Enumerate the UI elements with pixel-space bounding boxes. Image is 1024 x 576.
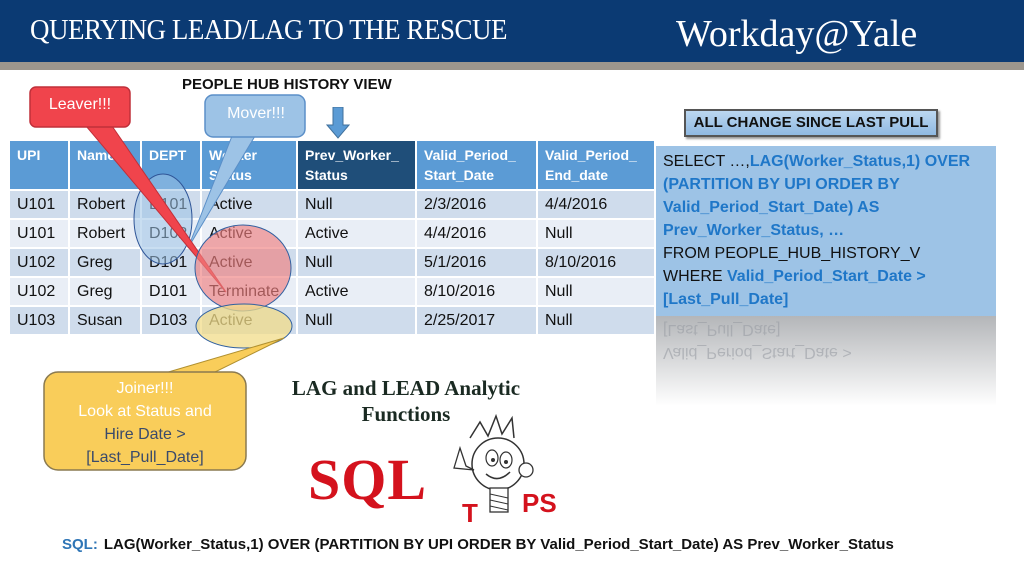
joiner-line-1: Joiner!!! <box>116 380 174 397</box>
joiner-line-4: [Last_Pull_Date] <box>86 449 204 466</box>
footer-sql: SQL: LAG(Worker_Status,1) OVER (PARTITION… <box>62 536 894 553</box>
sql-line: FROM PEOPLE_HUB_HISTORY_V <box>663 245 921 262</box>
reflection-line: Valid_Period_Start_Date > <box>663 344 852 361</box>
sql-line: Prev_Worker_Status, … <box>663 222 845 239</box>
tips-letters-ps: PS <box>522 488 557 518</box>
sql-line: Valid_Period_Start_Date) AS <box>663 199 880 216</box>
sql-line: (PARTITION BY UPI ORDER BY <box>663 176 900 193</box>
leaver-label: Leaver!!! <box>48 96 112 113</box>
joiner-line-3: Hire Date > <box>104 426 186 443</box>
sql-query-box: SELECT …,LAG(Worker_Status,1) OVER (PART… <box>656 146 996 316</box>
joiner-line-2: Look at Status and <box>78 403 212 420</box>
sql-line: WHERE Valid_Period_Start_Date > <box>663 268 926 285</box>
footer-sql-label: SQL: <box>62 536 98 553</box>
lightbulb-mascot-icon: T PS <box>453 413 557 528</box>
sql-graphic-word: SQL <box>308 447 428 512</box>
reflection-line: [Last_Pull_Date] <box>663 321 781 338</box>
sql-line: SELECT …,LAG(Worker_Status,1) OVER <box>663 153 971 170</box>
all-change-since-last-pull-button[interactable]: ALL CHANGE SINCE LAST PULL <box>684 109 938 137</box>
mover-label: Mover!!! <box>227 105 285 122</box>
joiner-label: Joiner!!! Look at Status and Hire Date >… <box>44 377 246 469</box>
sql-box-reflection: Valid_Period_Start_Date > [Last_Pull_Dat… <box>656 316 996 406</box>
leaver-highlight-ellipse <box>194 224 292 312</box>
tips-letter-t: T <box>462 498 478 528</box>
sql-line: [Last_Pull_Date] <box>663 291 789 308</box>
footer-sql-text: LAG(Worker_Status,1) OVER (PARTITION BY … <box>103 536 894 553</box>
graphic-title-line: LAG and LEAD Analytic <box>291 376 521 400</box>
